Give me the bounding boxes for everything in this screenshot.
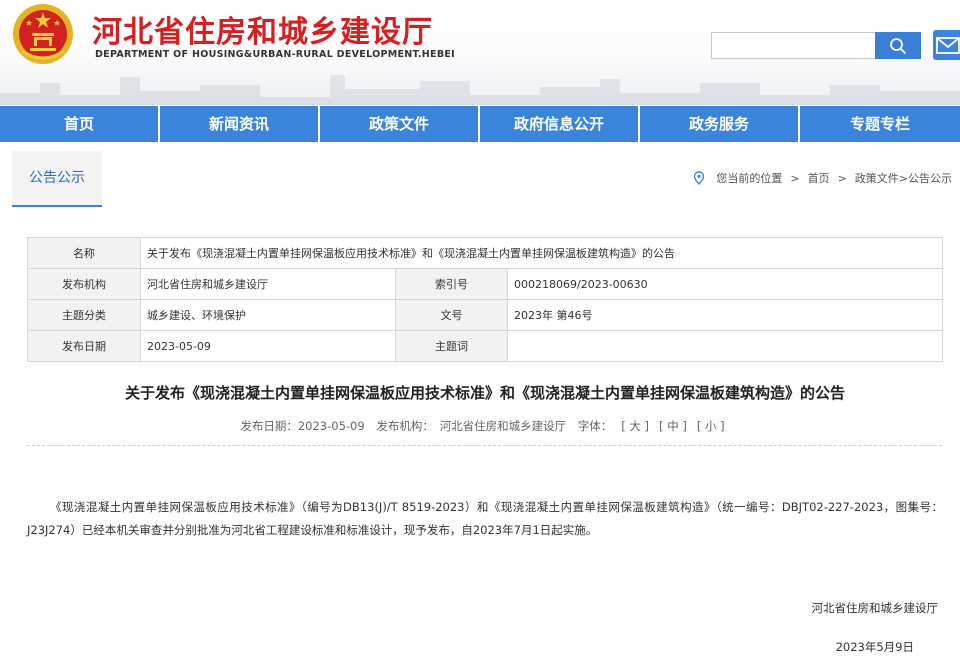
article-body: 《现浇混凝土内置单挂网保温板应用技术标准》（编号为DB13(J)/T 8519-… bbox=[27, 500, 943, 537]
org-value: 河北省住房和城乡建设厅 bbox=[140, 268, 396, 300]
breadcrumb-separator: > bbox=[837, 171, 847, 185]
meta-font-label: 字体： bbox=[577, 419, 613, 433]
nav-item-services[interactable]: 政务服务 bbox=[640, 106, 800, 142]
index-value: 000218069/2023-00630 bbox=[506, 268, 944, 300]
site-title: 河北省住房和城乡建设厅 bbox=[92, 15, 433, 50]
breadcrumb-home-link[interactable]: 首页 bbox=[808, 170, 830, 186]
name-value: 关于发布《现浇混凝土内置单挂网保温板应用技术标准》和《现浇混凝土内置单挂网保温板… bbox=[139, 237, 944, 269]
keyword-label: 主题词 bbox=[395, 330, 508, 362]
topic-value: 城乡建设、环境保护 bbox=[140, 299, 396, 331]
national-emblem-icon bbox=[13, 4, 73, 64]
signature-date: 2023年5月9日 bbox=[835, 640, 914, 654]
table-row: 发布日期 2023-05-09 主题词 bbox=[27, 330, 944, 362]
search-button[interactable] bbox=[875, 32, 921, 59]
font-medium-button[interactable]: [ 中 ] bbox=[659, 419, 687, 433]
article-title: 关于发布《现浇混凝土内置单挂网保温板应用技术标准》和《现浇混凝土内置单挂网保温板… bbox=[124, 384, 845, 402]
org-label: 发布机构 bbox=[27, 268, 141, 300]
skyline-decoration bbox=[0, 75, 960, 105]
meta-date: 发布日期：2023-05-09 bbox=[240, 419, 365, 433]
breadcrumb: 您当前的位置 > 首页 > 政策文件>公告公示 bbox=[692, 170, 952, 186]
table-row: 名称 关于发布《现浇混凝土内置单挂网保温板应用技术标准》和《现浇混凝土内置单挂网… bbox=[27, 237, 944, 269]
nav-item-gov-info[interactable]: 政府信息公开 bbox=[480, 106, 640, 142]
nav-item-policy[interactable]: 政策文件 bbox=[320, 106, 480, 142]
nav-item-home[interactable]: 首页 bbox=[0, 106, 160, 142]
signature-org: 河北省住房和城乡建设厅 bbox=[811, 601, 939, 615]
divider bbox=[27, 445, 942, 446]
breadcrumb-separator: > bbox=[790, 171, 800, 185]
docno-value: 2023年 第46号 bbox=[506, 299, 944, 331]
info-table: 名称 关于发布《现浇混凝土内置单挂网保温板应用技术标准》和《现浇混凝土内置单挂网… bbox=[27, 237, 944, 362]
index-label: 索引号 bbox=[395, 268, 508, 300]
name-label: 名称 bbox=[27, 237, 141, 269]
article-meta: 发布日期：2023-05-09 发布机构： 河北省住房和城乡建设厅 字体： [ 大… bbox=[0, 418, 960, 434]
date-label: 发布日期 bbox=[27, 330, 141, 362]
breadcrumb-location-label: 您当前的位置 bbox=[716, 172, 783, 185]
nav-item-news[interactable]: 新闻资讯 bbox=[160, 106, 320, 142]
font-small-button[interactable]: [ 小 ] bbox=[697, 419, 725, 433]
location-pin-icon bbox=[694, 171, 705, 185]
breadcrumb-path-link[interactable]: 政策文件>公告公示 bbox=[855, 170, 952, 186]
docno-label: 文号 bbox=[395, 299, 508, 331]
meta-org: 发布机构： 河北省住房和城乡建设厅 bbox=[376, 419, 567, 433]
table-row: 发布机构 河北省住房和城乡建设厅 索引号 000218069/2023-0063… bbox=[27, 268, 944, 300]
search-input[interactable] bbox=[711, 32, 875, 59]
table-row: 主题分类 城乡建设、环境保护 文号 2023年 第46号 bbox=[27, 299, 944, 331]
topic-label: 主题分类 bbox=[27, 299, 141, 331]
date-value: 2023-05-09 bbox=[140, 330, 396, 362]
site-subtitle: DEPARTMENT OF HOUSING&URBAN-RURAL DEVELO… bbox=[95, 49, 455, 60]
site-header: 河北省住房和城乡建设厅 DEPARTMENT OF HOUSING&URBAN-… bbox=[0, 0, 960, 105]
mail-icon[interactable] bbox=[933, 30, 960, 60]
font-large-button[interactable]: [ 大 ] bbox=[621, 419, 649, 433]
main-nav: 首页 新闻资讯 政策文件 政府信息公开 政务服务 专题专栏 bbox=[0, 106, 960, 142]
breadcrumb-bar: 公告公示 您当前的位置 > 首页 > 政策文件>公告公示 bbox=[12, 151, 960, 207]
section-tab[interactable]: 公告公示 bbox=[12, 151, 102, 207]
nav-item-special[interactable]: 专题专栏 bbox=[800, 106, 960, 142]
keyword-value bbox=[506, 330, 944, 362]
search-icon bbox=[890, 37, 906, 54]
